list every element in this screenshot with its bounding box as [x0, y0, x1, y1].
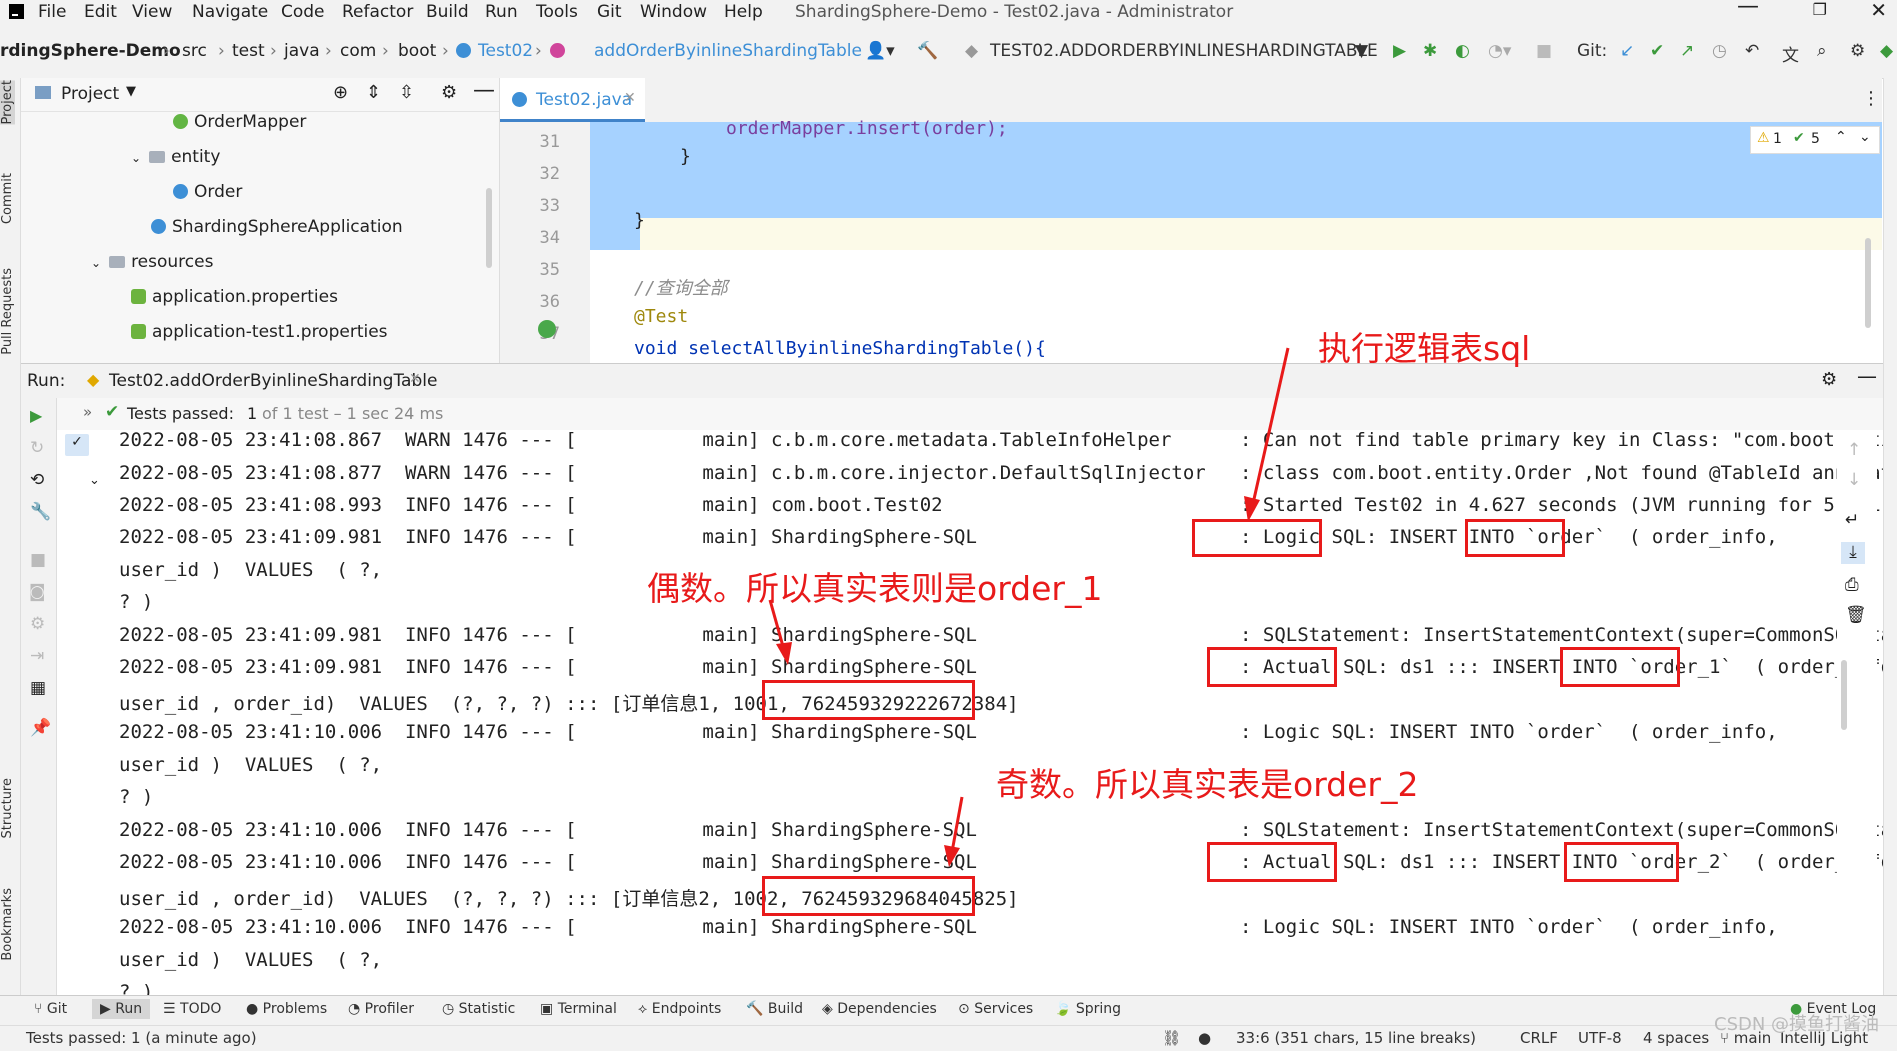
tool-spring[interactable]: 🍃 Spring: [1054, 1001, 1121, 1017]
arrow-head: [944, 845, 960, 867]
highlight-actual-sql-1: [1207, 647, 1337, 687]
highlight-logic-table: [1465, 519, 1565, 557]
tool-window-bar: ⑂ Git ▶ Run ☰ TODO ● Problems ◔ Profiler…: [0, 995, 1897, 1026]
tool-terminal[interactable]: ▣ Terminal: [540, 1001, 617, 1017]
tool-problems[interactable]: ● Problems: [246, 1001, 327, 1017]
tool-git[interactable]: ⑂ Git: [34, 1001, 67, 1017]
indent-setting[interactable]: 4 spaces: [1643, 1029, 1709, 1047]
status-circle-icon: ●: [1198, 1029, 1212, 1047]
tool-dependencies[interactable]: ◈ Dependencies: [822, 1001, 937, 1017]
tool-endpoints[interactable]: ⟡ Endpoints: [638, 1001, 721, 1017]
arrow-even: [768, 599, 786, 651]
watermark: CSDN @摸鱼打酱油: [1714, 1014, 1880, 1035]
arrow-logic: [1250, 347, 1290, 509]
arrow-head: [776, 642, 792, 665]
tool-todo[interactable]: ☰ TODO: [163, 1001, 221, 1017]
arrow-odd: [950, 796, 964, 853]
status-bar: Tests passed: 1 (a minute ago) ⛓ ● 33:6 …: [0, 1014, 1897, 1051]
tool-services[interactable]: ⊙ Services: [958, 1001, 1033, 1017]
status-message: Tests passed: 1 (a minute ago): [26, 1029, 257, 1047]
tool-profiler[interactable]: ◔ Profiler: [348, 1001, 414, 1017]
highlight-order-id-1: [762, 680, 975, 720]
tool-statistic[interactable]: ◷ Statistic: [442, 1001, 515, 1017]
tool-build[interactable]: 🔨 Build: [746, 1001, 803, 1017]
tool-run[interactable]: ▶ Run: [92, 999, 151, 1019]
highlight-actual-table-2: [1564, 842, 1679, 882]
highlight-actual-sql-2: [1207, 842, 1337, 882]
status-icon: ⛓: [1162, 1029, 1182, 1047]
line-separator[interactable]: CRLF: [1520, 1029, 1558, 1047]
highlight-actual-table-1: [1560, 647, 1680, 687]
highlight-logic-sql: [1192, 519, 1322, 557]
highlight-order-id-2: [762, 876, 975, 916]
caret-position[interactable]: 33:6 (351 chars, 15 line breaks): [1236, 1029, 1476, 1047]
file-encoding[interactable]: UTF-8: [1578, 1029, 1622, 1047]
